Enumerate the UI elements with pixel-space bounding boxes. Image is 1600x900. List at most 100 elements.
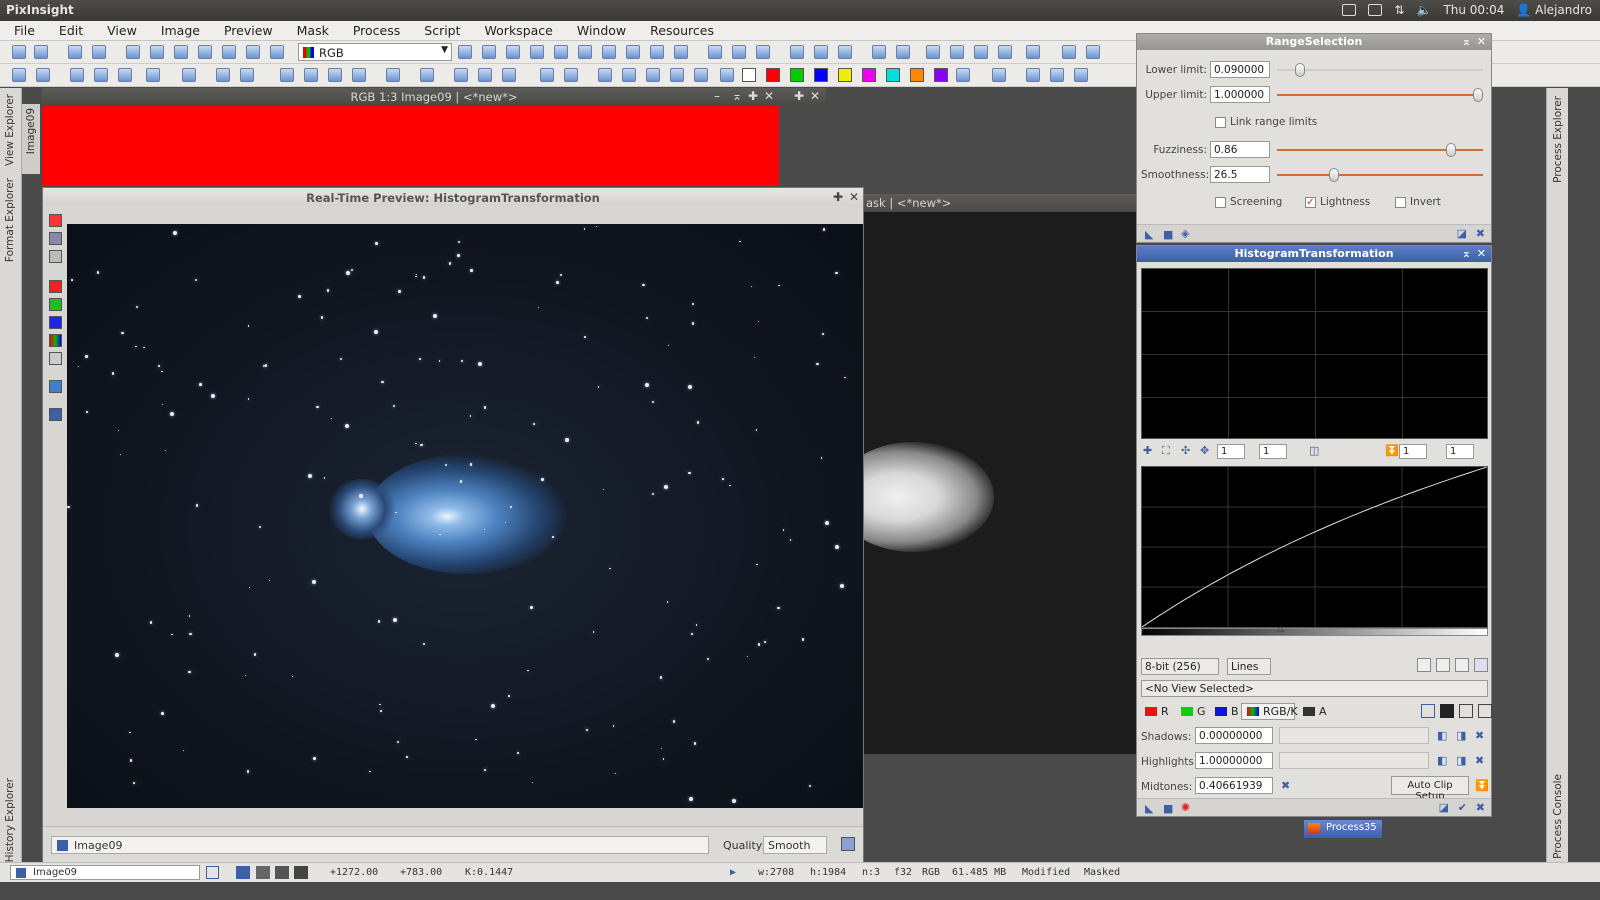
smoothness-field[interactable]: 26.5 xyxy=(1210,166,1270,183)
channel-r-icon[interactable] xyxy=(126,45,140,59)
window-cascade-icon[interactable] xyxy=(814,45,828,59)
green-2-icon[interactable] xyxy=(478,68,492,82)
preview-b-icon[interactable] xyxy=(49,316,62,329)
clock[interactable]: Thu 00:04 xyxy=(1443,3,1504,17)
maximize-2-icon[interactable]: ✚ xyxy=(794,89,804,103)
apply-view-icon[interactable]: ■ xyxy=(1163,802,1173,815)
zoom-1-icon[interactable] xyxy=(236,866,250,879)
preview-r-icon[interactable] xyxy=(49,280,62,293)
channel-a-label[interactable]: A xyxy=(1319,705,1327,718)
channel-lum-icon[interactable] xyxy=(198,45,212,59)
new-preview-icon[interactable] xyxy=(578,45,592,59)
mask-enable-icon[interactable] xyxy=(94,68,108,82)
smoothness-slider[interactable] xyxy=(1277,174,1483,176)
reset-icon[interactable]: ✖ xyxy=(1476,801,1485,814)
redo-icon[interactable] xyxy=(34,45,48,59)
zoom-2-icon[interactable] xyxy=(256,866,270,879)
process-icon[interactable] xyxy=(12,68,26,82)
lower-limit-slider[interactable] xyxy=(1277,69,1483,71)
fit-icon[interactable] xyxy=(482,45,496,59)
close-icon[interactable]: ✕ xyxy=(764,89,774,103)
upper-limit-slider[interactable] xyxy=(1277,94,1483,96)
history-explorer-tab[interactable]: History Explorer xyxy=(4,778,16,862)
integrate-icon[interactable] xyxy=(420,68,434,82)
search-2-icon[interactable] xyxy=(732,45,746,59)
output-histogram[interactable] xyxy=(1141,268,1488,439)
preview-options-icon[interactable] xyxy=(841,837,855,851)
upper-limit-field[interactable]: 1.000000 xyxy=(1210,86,1270,103)
stf-icon[interactable] xyxy=(246,45,260,59)
invert-checkbox[interactable] xyxy=(1395,197,1406,208)
display-mode-4-icon[interactable] xyxy=(1478,704,1492,718)
mask-x-icon[interactable] xyxy=(742,68,756,82)
histogram-title[interactable]: HistogramTransformation ⌅ ✕ xyxy=(1137,246,1491,262)
midtones-reset-icon[interactable]: ✖ xyxy=(1281,779,1290,792)
color-blue-icon[interactable] xyxy=(814,68,828,82)
fuzziness-knob[interactable] xyxy=(1445,143,1456,157)
copy-icon[interactable] xyxy=(950,45,964,59)
histo-mode-2-icon[interactable] xyxy=(1436,658,1450,672)
minimize-icon[interactable]: – xyxy=(714,89,720,103)
shade-icon[interactable]: ⌅ xyxy=(1462,35,1471,48)
new-instance-icon[interactable]: ◣ xyxy=(1145,802,1153,815)
star-3-icon[interactable] xyxy=(328,68,342,82)
apply-view-icon[interactable]: ■ xyxy=(1163,228,1173,241)
folder-icon[interactable] xyxy=(36,68,50,82)
lower-limit-field[interactable]: 0.090000 xyxy=(1210,61,1270,78)
zoom-4-icon[interactable] xyxy=(294,866,308,879)
view-select[interactable]: <No View Selected> xyxy=(1141,680,1488,697)
zoom-in-icon[interactable] xyxy=(650,45,664,59)
layer-5-icon[interactable] xyxy=(1074,68,1088,82)
volume-icon[interactable]: 🔈 xyxy=(1416,3,1431,17)
red-image-canvas[interactable] xyxy=(42,106,779,186)
color-cyan-icon[interactable] xyxy=(886,68,900,82)
info-icon[interactable]: ◫ xyxy=(1309,444,1319,457)
process-console-tab[interactable]: Process Console xyxy=(1552,774,1564,859)
menu-script[interactable]: Script xyxy=(410,21,470,40)
expand-icon[interactable]: ⏬ xyxy=(1475,779,1489,792)
upper-limit-knob[interactable] xyxy=(1473,88,1483,102)
process-explorer-tab[interactable]: Process Explorer xyxy=(1552,96,1564,183)
reset-icon[interactable] xyxy=(49,214,62,227)
green-1-icon[interactable] xyxy=(454,68,468,82)
browse-doc-icon[interactable]: ◪ xyxy=(1439,801,1449,814)
zoom-1-icon[interactable] xyxy=(530,45,544,59)
readout-icon[interactable] xyxy=(602,45,616,59)
highlights-reset-icon[interactable]: ✖ xyxy=(1475,754,1484,767)
star-icon[interactable] xyxy=(280,68,294,82)
quality-select[interactable]: Smooth xyxy=(763,836,827,854)
rotate-right-icon[interactable] xyxy=(622,68,636,82)
preview-title[interactable]: Real-Time Preview: HistogramTransformati… xyxy=(43,188,863,206)
status-window-icon[interactable] xyxy=(206,866,219,879)
preview-image-canvas[interactable] xyxy=(67,224,863,808)
rotate-left-icon[interactable] xyxy=(598,68,612,82)
preview-rgb-icon[interactable] xyxy=(49,334,62,347)
color-orange-icon[interactable] xyxy=(910,68,924,82)
zoom-icon[interactable]: ✣ xyxy=(1181,444,1190,457)
color-green-icon[interactable] xyxy=(790,68,804,82)
midtones-marker[interactable]: △ xyxy=(1277,624,1284,634)
shade-icon[interactable]: ⌅ xyxy=(1462,247,1471,260)
menu-mask[interactable]: Mask xyxy=(283,21,339,40)
green-3-icon[interactable] xyxy=(502,68,516,82)
zoom-out-icon[interactable] xyxy=(674,45,688,59)
auto-clip-setup-button[interactable]: Auto Clip Setup xyxy=(1391,776,1469,802)
realtime-preview-icon[interactable]: ✺ xyxy=(1181,801,1190,814)
display-mode-1-icon[interactable] xyxy=(1421,704,1435,718)
menu-window[interactable]: Window xyxy=(563,21,636,40)
lower-limit-knob[interactable] xyxy=(1294,63,1305,77)
status-view-select[interactable]: Image09 xyxy=(10,865,200,880)
shadows-reset-icon[interactable]: ✖ xyxy=(1475,729,1484,742)
menu-image[interactable]: Image xyxy=(147,21,210,40)
layer-4-icon[interactable] xyxy=(1050,68,1064,82)
rotate-180-icon[interactable] xyxy=(646,68,660,82)
zoom-v2-spin[interactable]: 1 xyxy=(1446,444,1474,459)
console-icon[interactable] xyxy=(1062,45,1076,59)
format-explorer-tab[interactable]: Format Explorer xyxy=(4,178,16,262)
mask-window-title[interactable]: ask | <*new*> xyxy=(864,194,1136,212)
fuzziness-field[interactable]: 0.86 xyxy=(1210,141,1270,158)
geometry-icon[interactable] xyxy=(182,68,196,82)
input-histogram[interactable] xyxy=(1141,466,1488,628)
color-magenta-icon[interactable] xyxy=(862,68,876,82)
preview-view-select[interactable]: Image09 xyxy=(51,836,709,854)
